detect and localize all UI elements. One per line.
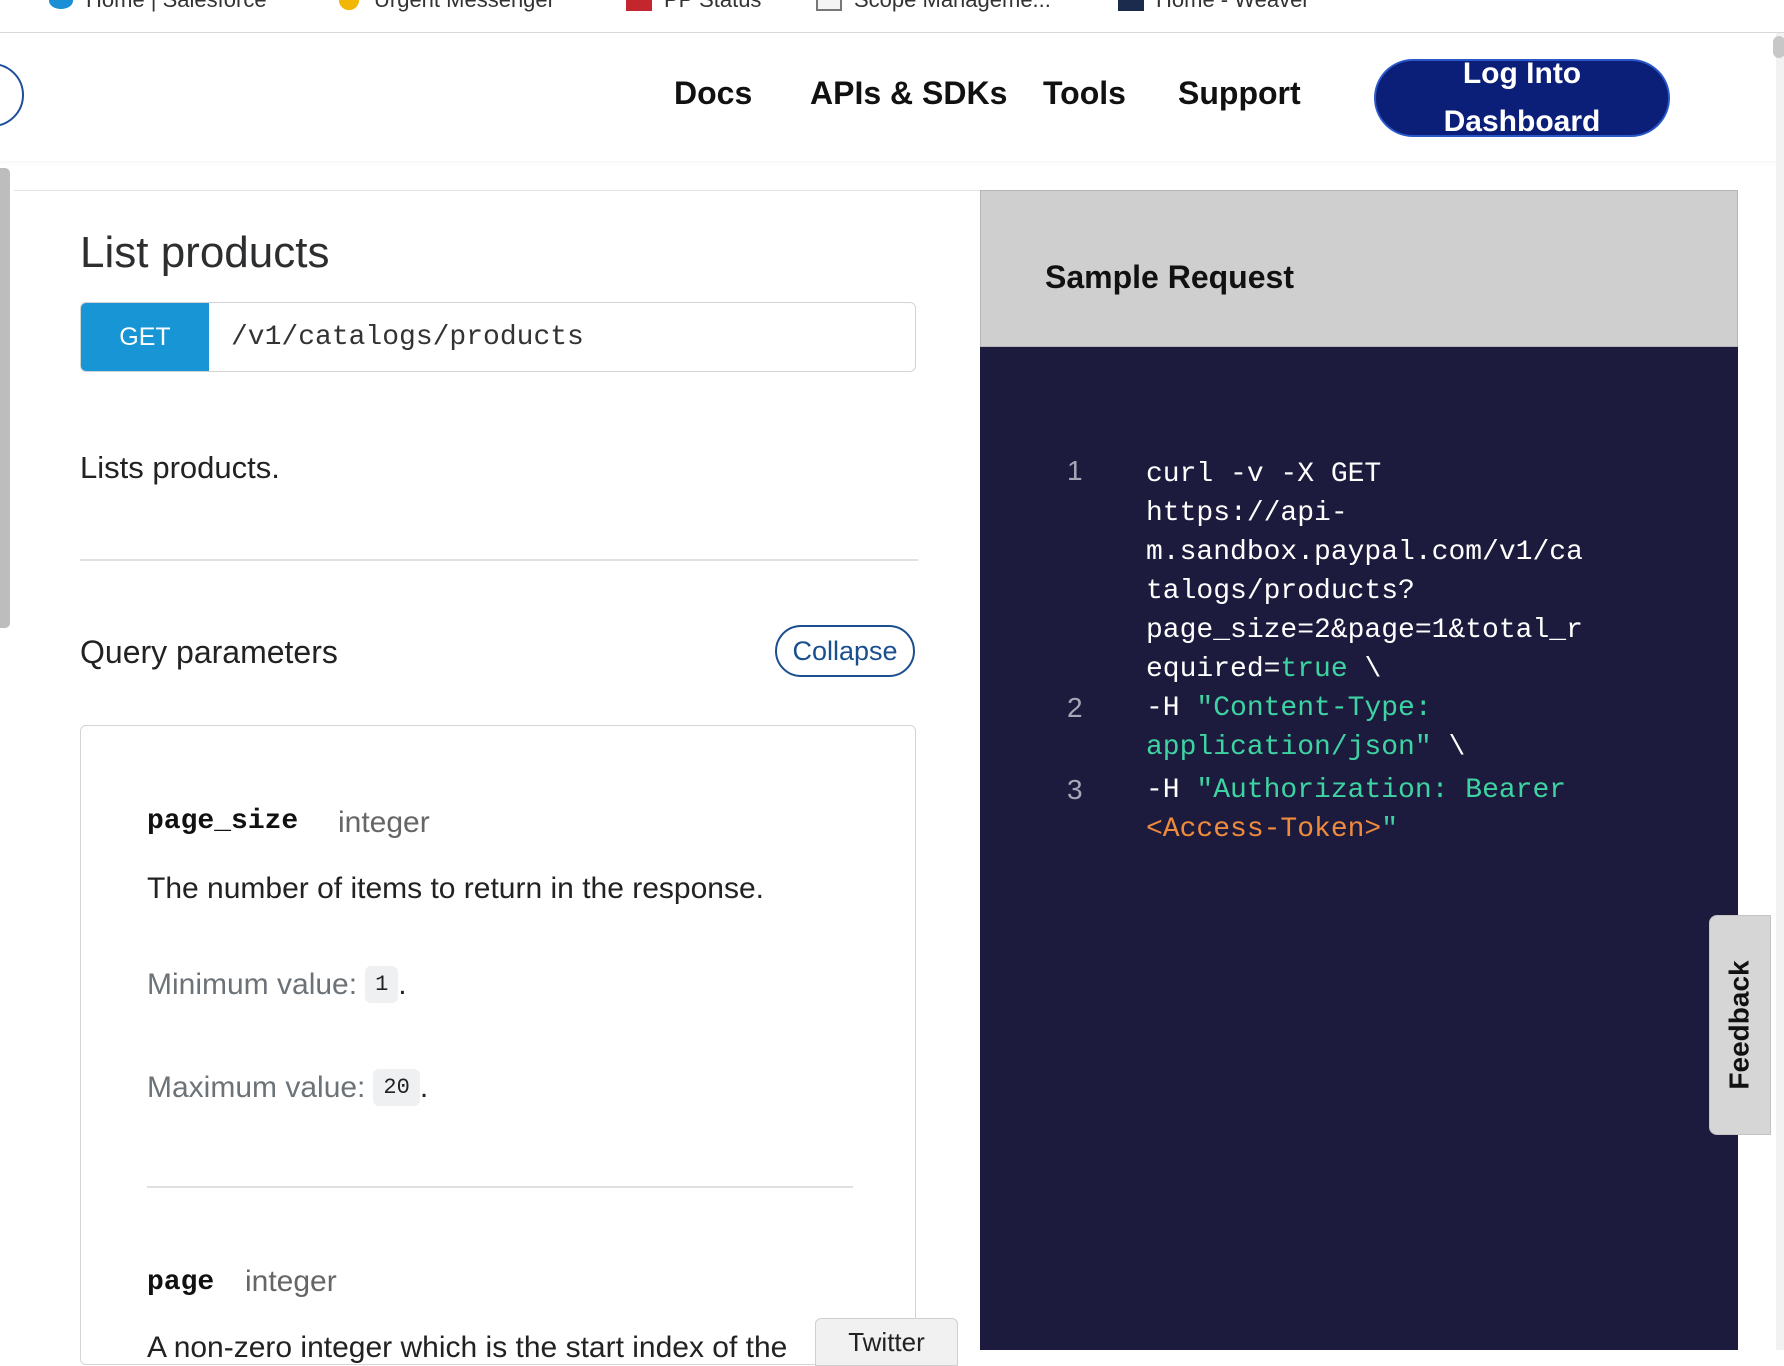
window-scrollbar-thumb[interactable] (1773, 36, 1784, 58)
bookmark-salesforce[interactable]: Home | Salesforce (48, 0, 267, 14)
code-line-3: -H "Authorization: Bearer <Access-Token>… (1146, 775, 1567, 845)
param-minimum: Minimum value: 1. (147, 966, 407, 1003)
maximum-label: Maximum value: (147, 1070, 366, 1104)
code-line-1: curl -v -X GET https://api- m.sandbox.pa… (1146, 459, 1583, 685)
code-block: 1 2 3 curl -v -X GET https://api- m.sand… (980, 347, 1738, 1350)
maximum-value: 20 (373, 1069, 420, 1106)
weaver-icon (1118, 0, 1144, 11)
minimum-label: Minimum value: (147, 967, 358, 1001)
salesforce-cloud-icon (49, 0, 73, 9)
login-dashboard-button[interactable]: Log Into Dashboard (1374, 57, 1670, 138)
param-maximum: Maximum value: 20. (147, 1069, 428, 1106)
sample-request-header: Sample Request (980, 190, 1738, 347)
emoji-face-icon (338, 0, 360, 11)
bookmark-label: Scope Manageme... (854, 0, 1051, 13)
bookmark-label: Home | Salesforce (86, 0, 267, 13)
logo-icon[interactable] (0, 63, 24, 127)
nav-support[interactable]: Support (1178, 75, 1301, 112)
sidebar-scrollbar-thumb[interactable] (0, 168, 10, 628)
endpoint-description: Lists products. (80, 450, 280, 485)
top-navigation: Docs APIs & SDKs Tools Support Log Into … (0, 33, 1784, 161)
http-method-badge: GET (81, 303, 209, 371)
line-number: 1 (1067, 455, 1083, 486)
code-line-2: -H "Content-Type: application/json" \ (1146, 693, 1466, 763)
line-number: 3 (1067, 774, 1083, 805)
endpoint-path: /v1/catalogs/products (231, 321, 584, 353)
bookmarks-bar: ... Home | Salesforce Urgent Messenger P… (0, 0, 1784, 33)
param-type: integer (245, 1265, 337, 1298)
window-scrollbar[interactable] (1776, 33, 1784, 1350)
bookmark-scope-management[interactable]: Scope Manageme... (816, 0, 1051, 14)
collapse-button[interactable]: Collapse (775, 625, 915, 677)
param-description: A non-zero integer which is the start in… (147, 1331, 788, 1364)
twitter-button[interactable]: Twitter (815, 1318, 958, 1366)
line-number: 2 (1067, 692, 1083, 723)
query-parameters-heading: Query parameters (80, 634, 338, 670)
nav-apis-sdks[interactable]: APIs & SDKs (810, 75, 1007, 112)
bookmark-urgent-messenger[interactable]: Urgent Messenger (336, 0, 555, 14)
section-divider (80, 559, 918, 561)
bookmark-label: Urgent Messenger (374, 0, 555, 13)
param-name: page_size (147, 806, 299, 837)
feedback-button[interactable]: Feedback (1709, 915, 1771, 1135)
bookmark-weaver[interactable]: Home - Weaver (1118, 0, 1310, 14)
bookmark-label: PP Status (664, 0, 761, 13)
parameters-card: page_size integer The number of items to… (80, 725, 916, 1365)
content-divider (14, 190, 980, 191)
param-type: integer (338, 806, 430, 839)
feedback-label: Feedback (1724, 960, 1756, 1090)
param-divider (147, 1186, 853, 1188)
param-name: page (147, 1267, 215, 1298)
page-title: List products (80, 228, 330, 277)
minimum-value: 1 (365, 966, 399, 1003)
bookmark-label: Home - Weaver (1156, 0, 1310, 13)
param-description: The number of items to return in the res… (147, 872, 764, 905)
nav-docs[interactable]: Docs (674, 75, 752, 112)
sample-request-title: Sample Request (1045, 259, 1294, 295)
document-icon (816, 0, 842, 11)
nav-tools[interactable]: Tools (1043, 75, 1126, 112)
endpoint-bar: GET /v1/catalogs/products (80, 302, 916, 372)
bookmark-pp-status[interactable]: PP Status (626, 0, 761, 14)
status-grid-icon (626, 0, 652, 11)
